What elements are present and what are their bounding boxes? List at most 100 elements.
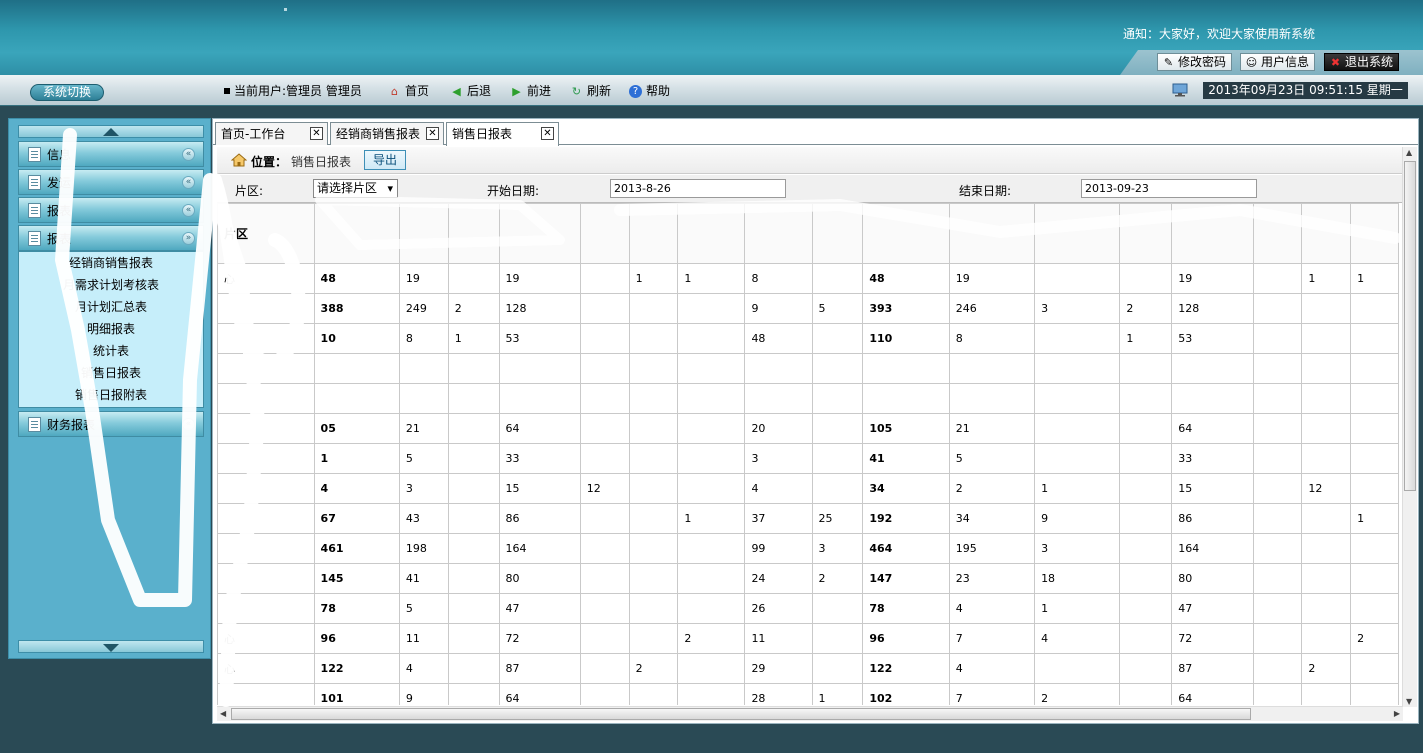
table-cell xyxy=(628,323,679,354)
end-date-input[interactable]: 2013-09-23 xyxy=(1081,179,1257,198)
table-cell xyxy=(628,623,679,654)
horizontal-scrollbar[interactable]: ◀ ▶ xyxy=(217,706,1403,721)
table-cell xyxy=(447,383,500,414)
table-cell xyxy=(1119,353,1173,384)
table-cell xyxy=(1252,443,1303,474)
current-user-label: 当前用户:管理员 管理员 xyxy=(234,84,362,98)
table-cell: 1 xyxy=(1034,593,1121,624)
submenu-item[interactable]: 销售日报表 xyxy=(19,362,203,384)
tab-daily-sales-report[interactable]: 销售日报表 ✕ xyxy=(446,122,559,146)
header-cell xyxy=(579,203,630,264)
table-cell: 87 xyxy=(1171,653,1254,684)
collapse-icon: « xyxy=(182,148,195,161)
help-button[interactable]: ? 帮助 xyxy=(629,83,670,99)
export-button[interactable]: 导出 xyxy=(364,150,406,170)
refresh-button[interactable]: ↻ 刷新 xyxy=(570,83,611,99)
table-cell xyxy=(1350,293,1399,324)
region-cell xyxy=(217,323,315,354)
table-row: 4 3 15 12 4 34 2 1 15 12 xyxy=(217,473,1399,504)
table-cell xyxy=(579,623,630,654)
user-info-button[interactable]: ☺ 用户信息 xyxy=(1240,53,1316,71)
table-cell: 1 xyxy=(313,443,400,474)
table-row: 心 96 11 72 2 11 96 7 4 72 2 xyxy=(217,623,1399,654)
sidebar-menu-reports[interactable]: 报表 « xyxy=(18,197,204,223)
tab-dealer-sales-report[interactable]: 经销商销售报表 ✕ xyxy=(330,122,444,145)
region-cell xyxy=(217,443,315,474)
region-cell xyxy=(217,683,315,705)
table-cell: 19 xyxy=(948,263,1036,294)
table-cell: 26 xyxy=(744,593,813,624)
submenu-item[interactable]: 统计表 xyxy=(19,340,203,362)
header-cell xyxy=(744,203,813,264)
table-cell: 64 xyxy=(1171,413,1254,444)
logout-button[interactable]: ✖ 退出系统 xyxy=(1324,53,1400,71)
table-cell xyxy=(1252,593,1303,624)
vertical-scroll-thumb[interactable] xyxy=(1404,161,1416,491)
sidebar-scroll-up[interactable] xyxy=(18,125,204,138)
table-cell xyxy=(811,323,864,354)
submenu-item[interactable]: 明细报表 xyxy=(19,318,203,340)
change-password-button[interactable]: ✎ 修改密码 xyxy=(1157,53,1233,71)
region-select[interactable]: 请选择片区 xyxy=(313,179,398,198)
table-cell: 48 xyxy=(744,323,813,354)
sidebar-menu-finance[interactable]: 财务报表 « xyxy=(18,411,204,437)
table-cell: 147 xyxy=(862,563,950,594)
scroll-up-icon[interactable]: ▲ xyxy=(1406,148,1412,157)
table-cell xyxy=(811,413,864,444)
table-cell xyxy=(628,383,679,414)
close-icon[interactable]: ✕ xyxy=(426,127,439,140)
table-row: 05 21 64 20 105 21 64 xyxy=(217,413,1399,444)
table-cell xyxy=(579,263,630,294)
table-cell xyxy=(1301,563,1352,594)
table-cell: 8 xyxy=(398,323,449,354)
sidebar-scroll-down[interactable] xyxy=(18,640,204,653)
table-cell: 23 xyxy=(948,563,1036,594)
table-cell xyxy=(1119,593,1173,624)
submenu-item[interactable]: 销售日报附表 xyxy=(19,384,203,406)
table-cell: 110 xyxy=(862,323,950,354)
tab-label: 经销商销售报表 xyxy=(336,127,421,141)
sidebar-menu-label: 报表 xyxy=(47,203,72,218)
start-date-input[interactable]: 2013-8-26 xyxy=(610,179,786,198)
close-icon[interactable]: ✕ xyxy=(310,127,323,140)
table-cell: 80 xyxy=(498,563,581,594)
table-cell: 67 xyxy=(313,503,400,534)
table-cell xyxy=(313,383,400,414)
tab-home-workbench[interactable]: 首页-工作台 ✕ xyxy=(215,122,328,145)
sidebar-menu-shipping[interactable]: 发运 « xyxy=(18,169,204,195)
table-cell: 48 xyxy=(862,263,950,294)
vertical-scrollbar[interactable]: ▲ ▼ xyxy=(1402,147,1417,707)
back-button[interactable]: ◀ 后退 xyxy=(450,83,491,99)
submenu-item[interactable]: 月计划汇总表 xyxy=(19,296,203,318)
table-cell: 2 xyxy=(1350,623,1399,654)
sidebar-menu-info[interactable]: 信息 « xyxy=(18,141,204,167)
table-cell: 72 xyxy=(1171,623,1254,654)
table-cell xyxy=(1034,653,1121,684)
triangle-up-icon xyxy=(103,128,119,136)
submenu-item[interactable]: 经销商销售报表 xyxy=(19,252,203,274)
table-cell xyxy=(811,653,864,684)
home-button[interactable]: ⌂ 首页 xyxy=(388,83,429,99)
table-cell: 24 xyxy=(744,563,813,594)
table-cell xyxy=(628,503,679,534)
region-cell xyxy=(217,563,315,594)
table-cell xyxy=(628,683,679,705)
table-cell xyxy=(1252,563,1303,594)
forward-button[interactable]: ▶ 前进 xyxy=(510,83,551,99)
table-cell xyxy=(1034,323,1121,354)
table-cell: 64 xyxy=(498,413,581,444)
horizontal-scroll-thumb[interactable] xyxy=(231,708,1251,720)
scroll-left-icon[interactable]: ◀ xyxy=(220,709,226,718)
table-cell xyxy=(1350,323,1399,354)
table-cell xyxy=(1301,443,1352,474)
home-label: 首页 xyxy=(405,84,430,98)
submenu-item[interactable]: 月需求计划考核表 xyxy=(19,274,203,296)
header-region: 片区 xyxy=(217,203,315,264)
scroll-down-icon[interactable]: ▼ xyxy=(1406,697,1412,706)
system-switch-button[interactable]: 系统切换 xyxy=(30,84,104,101)
table-cell xyxy=(498,383,581,414)
close-icon[interactable]: ✕ xyxy=(541,127,554,140)
sidebar-menu-sales-reports[interactable]: 报表 » xyxy=(18,225,204,251)
table-cell xyxy=(447,653,500,684)
scroll-right-icon[interactable]: ▶ xyxy=(1394,709,1400,718)
